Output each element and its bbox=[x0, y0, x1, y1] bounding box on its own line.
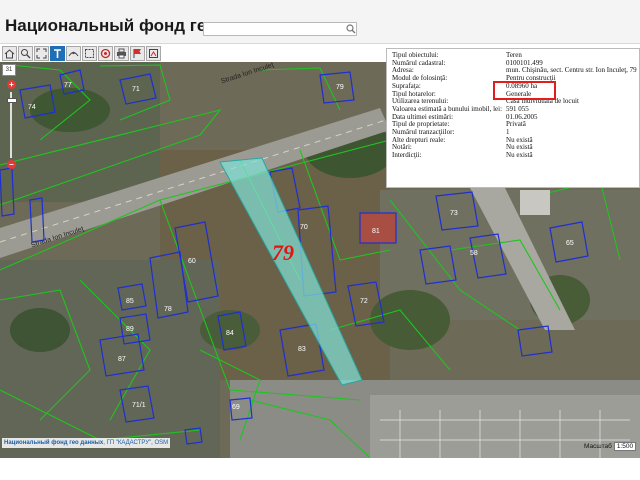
print-icon[interactable] bbox=[114, 46, 129, 61]
scale-label: Масштаб bbox=[584, 443, 612, 450]
bottom-strip bbox=[0, 458, 640, 480]
attribution-source[interactable]: Национальный фонд гео данных bbox=[4, 440, 103, 446]
building-label: 85 bbox=[126, 298, 134, 305]
parcel-number-label: 79 bbox=[272, 240, 294, 265]
building-label: 69 bbox=[232, 404, 240, 411]
zoom-in-area-icon[interactable] bbox=[18, 46, 33, 61]
building-label: 79 bbox=[336, 84, 344, 91]
scale-value[interactable]: 1:500 bbox=[613, 442, 637, 451]
parcel-info-panel: Tipul obiectului: Teren Numărul cadastral:… bbox=[386, 48, 640, 188]
building-label: 87 bbox=[118, 356, 126, 363]
highlight-box bbox=[493, 81, 556, 100]
building-label: 89 bbox=[126, 326, 134, 333]
home-icon[interactable] bbox=[2, 46, 17, 61]
map-toolbar bbox=[0, 44, 174, 62]
building-label: 74 bbox=[28, 104, 36, 111]
measure-icon[interactable] bbox=[66, 46, 81, 61]
search-input[interactable] bbox=[203, 22, 357, 36]
building-label: 71 bbox=[132, 86, 140, 93]
building-label: 58 bbox=[470, 250, 478, 257]
selection-icon[interactable] bbox=[82, 46, 97, 61]
text-tool-icon[interactable] bbox=[50, 46, 65, 61]
scale-control: Масштаб 1:500 bbox=[584, 442, 637, 451]
parcel-info-table: Tipul obiectului: Teren Numărul cadastral:… bbox=[390, 51, 639, 160]
building-label: 77 bbox=[64, 82, 72, 89]
building-label: 71/1 bbox=[132, 402, 146, 409]
info-key: Interdicţii: bbox=[392, 151, 422, 160]
info-value: Privată bbox=[506, 120, 526, 129]
export-icon[interactable] bbox=[146, 46, 161, 61]
building-label: 72 bbox=[360, 298, 368, 305]
building-label: 60 bbox=[188, 258, 196, 265]
building-label: 70 bbox=[300, 224, 308, 231]
flag-icon[interactable] bbox=[130, 46, 145, 61]
zoom-slider-handle[interactable] bbox=[7, 98, 17, 103]
target-icon[interactable] bbox=[98, 46, 113, 61]
building-label: 83 bbox=[298, 346, 306, 353]
building-label: 78 bbox=[164, 306, 172, 313]
building-label: 81 bbox=[372, 228, 380, 235]
attribution: Национальный фонд гео данных, ГП "КАДАСТ… bbox=[2, 438, 171, 448]
extent-icon[interactable] bbox=[34, 46, 49, 61]
building-label: 73 bbox=[450, 210, 458, 217]
building-label: 84 bbox=[226, 330, 234, 337]
zoom-in-button[interactable]: + bbox=[7, 80, 16, 89]
info-value: Nu există bbox=[506, 151, 533, 160]
building-label: 65 bbox=[566, 240, 574, 247]
info-row: Interdicţii: Nu există bbox=[390, 151, 639, 160]
app-header: Национальный фонд гео данных bbox=[0, 0, 640, 44]
zoom-level: 31 bbox=[2, 64, 16, 76]
zoom-out-button[interactable]: – bbox=[7, 160, 16, 169]
search-icon[interactable] bbox=[345, 22, 357, 36]
attribution-extra: , ГП "КАДАСТРУ", OSM bbox=[103, 440, 169, 446]
